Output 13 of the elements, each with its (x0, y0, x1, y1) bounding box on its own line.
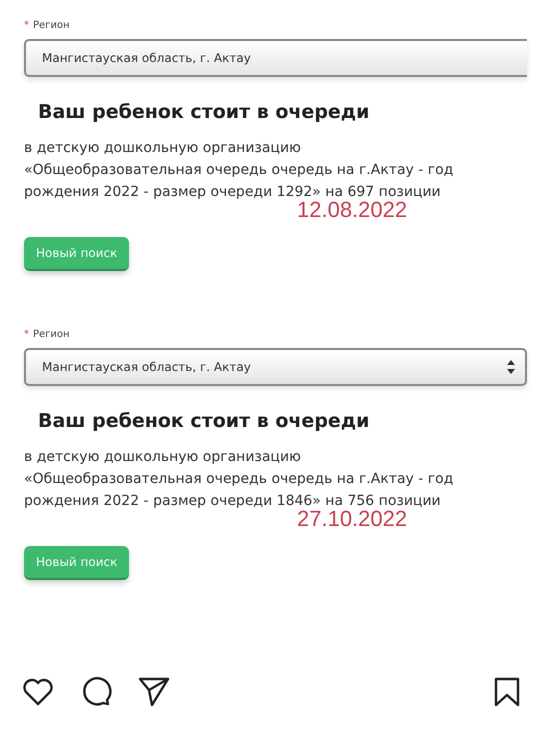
field-label: Регион (33, 329, 70, 340)
speech-bubble-icon[interactable] (80, 676, 112, 708)
queue-heading: Ваш ребенок стоит в очереди (38, 101, 370, 123)
heart-icon[interactable] (22, 678, 54, 706)
up-down-arrows-icon (507, 360, 515, 374)
paper-plane-icon[interactable] (138, 677, 170, 707)
region-select[interactable]: Мангистауская область, г. Актау (24, 39, 527, 77)
field-label: Регион (33, 20, 70, 31)
queue-heading: Ваш ребенок стоит в очереди (38, 410, 370, 432)
required-mark: * (24, 329, 29, 340)
required-mark: * (24, 20, 29, 31)
bookmark-icon[interactable] (494, 677, 520, 707)
region-select[interactable]: Мангистауская область, г. Актау (24, 348, 527, 386)
